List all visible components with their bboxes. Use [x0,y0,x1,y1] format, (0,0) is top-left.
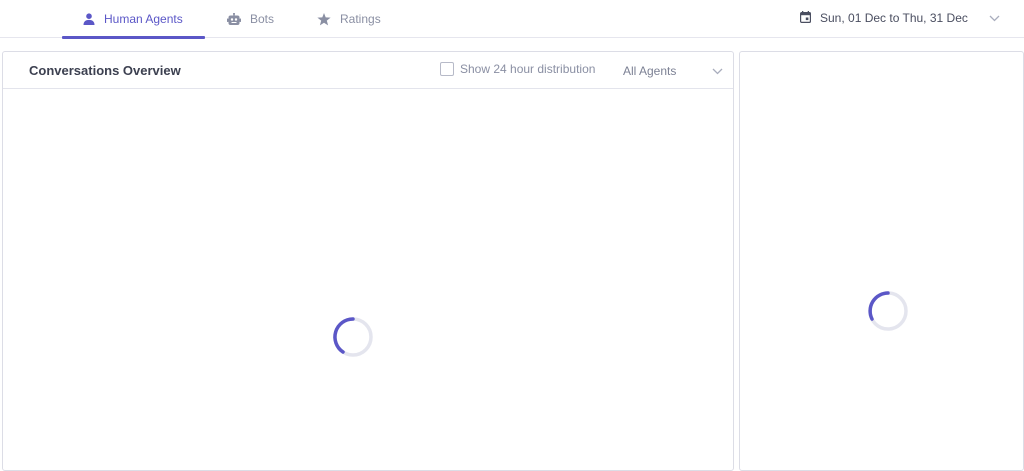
side-panel [739,51,1024,471]
tab-ratings[interactable]: Ratings [315,0,381,38]
panel-title: Conversations Overview [29,63,181,78]
robot-icon [227,12,241,26]
panel-header: Conversations Overview Show 24 hour dist… [3,52,733,89]
tab-bots[interactable]: Bots [225,0,274,38]
star-icon [317,12,331,26]
distribution-checkbox[interactable] [440,62,454,76]
top-nav-bar: Human Agents Bots Ratings Sun, 01 Dec to… [0,0,1024,39]
tab-human-agents[interactable]: Human Agents [62,0,205,39]
chevron-down-icon [989,11,1000,25]
loading-spinner [867,290,909,332]
tab-human-agents-label: Human Agents [104,12,183,26]
calendar-icon [800,10,812,26]
chevron-down-icon [712,64,723,78]
agent-filter-select[interactable]: All Agents [623,62,723,80]
date-range-picker[interactable]: Sun, 01 Dec to Thu, 31 Dec [800,0,1000,36]
show-24-hour-toggle[interactable]: Show 24 hour distribution [440,62,595,76]
tab-ratings-label: Ratings [340,12,381,26]
tab-bots-label: Bots [250,12,275,26]
agent-filter-value: All Agents [623,64,677,78]
toggle-label: Show 24 hour distribution [460,62,596,76]
active-tab-indicator [62,36,205,39]
date-range-label: Sun, 01 Dec to Thu, 31 Dec [820,11,968,25]
conversations-overview-panel: Conversations Overview Show 24 hour dist… [2,51,734,471]
person-icon [83,13,95,25]
loading-spinner [332,316,374,358]
